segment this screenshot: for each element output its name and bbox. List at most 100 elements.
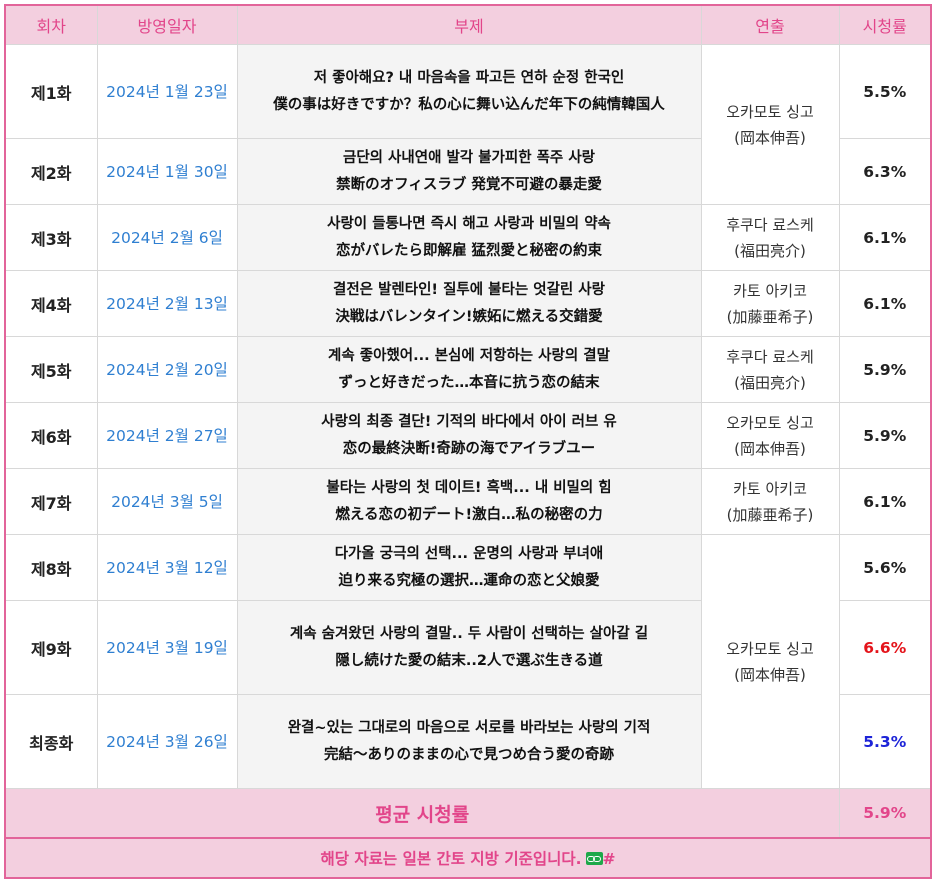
subtitle-japanese: ずっと好きだった…本音に抗う恋の結末	[338, 374, 600, 391]
episode-number: 제6화	[4, 402, 98, 469]
rating-value: 6.1%	[838, 204, 932, 271]
subtitle-japanese: 禁断のオフィスラブ 発覚不可避の暴走愛	[336, 176, 602, 193]
subtitle-korean: 저 좋아해요? 내 마음속을 파고든 연하 순정 한국인	[313, 69, 625, 86]
episode-number: 제3화	[4, 204, 98, 271]
header-rating: 시청률	[838, 4, 932, 45]
subtitle-korean: 사랑의 최종 결단! 기적의 바다에서 아이 러브 유	[321, 413, 617, 430]
air-date-cell: 2024년 3월 26일	[96, 694, 238, 789]
rating-value: 6.3%	[838, 138, 932, 205]
director-cell: 후쿠다 료스케 (福田亮介)	[700, 204, 840, 271]
episode-number: 제7화	[4, 468, 98, 535]
air-date-cell: 2024년 3월 19일	[96, 600, 238, 695]
director-name-japanese: (加藤亜希子)	[726, 307, 814, 326]
average-row: 평균 시청률 5.9%	[4, 788, 932, 839]
region-note: 해당 자료는 일본 간토 지방 기준입니다.	[320, 850, 582, 868]
director-name: 후쿠다 료스케	[726, 215, 814, 234]
table-row: 제6화 2024년 2월 27일 사랑의 최종 결단! 기적의 바다에서 아이 …	[4, 402, 932, 469]
air-date-link[interactable]: 2024년 3월 12일	[106, 559, 228, 577]
table-row: 제5화 2024년 2월 20일 계속 좋아했어... 본심에 저항하는 사랑의…	[4, 336, 932, 403]
rating-value: 5.9%	[838, 336, 932, 403]
rating-value: 5.9%	[838, 402, 932, 469]
air-date-link[interactable]: 2024년 3월 26일	[106, 733, 228, 751]
link-icon[interactable]	[585, 852, 603, 865]
director-name: 오카모토 싱고	[726, 102, 814, 121]
episode-number: 제2화	[4, 138, 98, 205]
director-name: 후쿠다 료스케	[726, 347, 814, 366]
subtitle-korean: 다가올 궁극의 선택... 운명의 사랑과 부녀애	[334, 545, 604, 562]
subtitle-korean: 사랑이 들통나면 즉시 해고 사랑과 비밀의 약속	[327, 215, 611, 232]
director-name: 카토 아키코	[733, 479, 807, 498]
episode-number: 제1화	[4, 44, 98, 139]
ratings-table-container: 회차 방영일자 부제 연출 시청률 제1화 2024년 1월 23일 저 좋아해…	[4, 4, 932, 879]
episode-number: 최종화	[4, 694, 98, 789]
table-row: 제3화 2024년 2월 6일 사랑이 들통나면 즉시 해고 사랑과 비밀의 약…	[4, 204, 932, 271]
header-episode: 회차	[4, 4, 98, 45]
director-name: 오카모토 싱고	[726, 413, 814, 432]
air-date-link[interactable]: 2024년 1월 23일	[106, 83, 228, 101]
subtitle-japanese: 決戦はバレンタイン!嫉妬に燃える交錯愛	[335, 308, 603, 325]
subtitle-japanese: 隠し続けた愛の結末..2人で選ぶ生きる道	[335, 652, 603, 669]
subtitle-cell: 결전은 발렌타인! 질투에 불타는 엇갈린 사랑 決戦はバレンタイン!嫉妬に燃え…	[236, 270, 702, 337]
rating-value: 6.1%	[838, 468, 932, 535]
director-name-japanese: (福田亮介)	[734, 373, 806, 392]
director-cell: 오카모토 싱고 (岡本伸吾)	[700, 402, 840, 469]
table-row: 제4화 2024년 2월 13일 결전은 발렌타인! 질투에 불타는 엇갈린 사…	[4, 270, 932, 337]
header-director: 연출	[700, 4, 840, 45]
table-row: 제7화 2024년 3월 5일 불타는 사랑의 첫 데이트! 흑백... 내 비…	[4, 468, 932, 535]
rating-value: 5.5%	[838, 44, 932, 139]
air-date-link[interactable]: 2024년 2월 13일	[106, 295, 228, 313]
air-date-cell: 2024년 2월 13일	[96, 270, 238, 337]
subtitle-cell: 사랑이 들통나면 즉시 해고 사랑과 비밀의 약속 恋がバレたら即解雇 猛烈愛と…	[236, 204, 702, 271]
note-cell: 해당 자료는 일본 간토 지방 기준입니다. #	[4, 837, 932, 879]
subtitle-cell: 완결~있는 그대로의 마음으로 서로를 바라보는 사랑의 기적 完結～ありのまま…	[236, 694, 702, 789]
director-name-japanese: (福田亮介)	[734, 241, 806, 260]
subtitle-cell: 불타는 사랑의 첫 데이트! 흑백... 내 비밀의 힘 燃える恋の初デート!激…	[236, 468, 702, 535]
rating-value: 5.6%	[838, 534, 932, 601]
director-name-japanese: (岡本伸吾)	[734, 665, 806, 684]
subtitle-japanese: 完結～ありのままの心で見つめ合う愛の奇跡	[324, 746, 614, 763]
subtitle-japanese: 僕の事は好きですか？私の心に舞い込んだ年下の純情韓国人	[273, 96, 665, 113]
subtitle-korean: 결전은 발렌타인! 질투에 불타는 엇갈린 사랑	[333, 281, 605, 298]
air-date-link[interactable]: 2024년 2월 27일	[106, 427, 228, 445]
air-date-link[interactable]: 2024년 2월 6일	[111, 229, 223, 247]
director-name: 오카모토 싱고	[726, 639, 814, 658]
air-date-cell: 2024년 3월 5일	[96, 468, 238, 535]
air-date-cell: 2024년 1월 23일	[96, 44, 238, 139]
air-date-cell: 2024년 1월 30일	[96, 138, 238, 205]
director-cell: 오카모토 싱고 (岡本伸吾)	[700, 534, 840, 789]
average-rating-value: 5.9%	[838, 788, 932, 839]
subtitle-japanese: 恋がバレたら即解雇 猛烈愛と秘密の約束	[335, 242, 603, 259]
air-date-link[interactable]: 2024년 1월 30일	[106, 163, 228, 181]
table-header-row: 회차 방영일자 부제 연출 시청률	[4, 4, 932, 45]
subtitle-korean: 금단의 사내연애 발각 불가피한 폭주 사랑	[342, 149, 596, 166]
subtitle-korean: 불타는 사랑의 첫 데이트! 흑백... 내 비밀의 힘	[326, 479, 612, 496]
table-row: 제8화 2024년 3월 12일 다가올 궁극의 선택... 운명의 사랑과 부…	[4, 534, 932, 789]
director-name-japanese: (岡本伸吾)	[734, 439, 806, 458]
air-date-cell: 2024년 2월 20일	[96, 336, 238, 403]
episode-number: 제8화	[4, 534, 98, 601]
air-date-link[interactable]: 2024년 3월 5일	[111, 493, 223, 511]
header-air-date: 방영일자	[96, 4, 238, 45]
episode-number: 제9화	[4, 600, 98, 695]
episode-ratings-table: 회차 방영일자 부제 연출 시청률 제1화 2024년 1월 23일 저 좋아해…	[4, 4, 932, 879]
subtitle-japanese: 燃える恋の初デート!激白…私の秘密の力	[335, 506, 603, 523]
air-date-link[interactable]: 2024년 3월 19일	[106, 639, 228, 657]
rating-value-highest: 6.6%	[838, 600, 932, 695]
note-row: 해당 자료는 일본 간토 지방 기준입니다. #	[4, 837, 932, 879]
subtitle-korean: 계속 좋아했어... 본심에 저항하는 사랑의 결말	[328, 347, 610, 364]
anchor-hash-link[interactable]: #	[603, 850, 616, 868]
table-row: 제1화 2024년 1월 23일 저 좋아해요? 내 마음속을 파고든 연하 순…	[4, 44, 932, 205]
air-date-link[interactable]: 2024년 2월 20일	[106, 361, 228, 379]
episode-number: 제4화	[4, 270, 98, 337]
rating-value-lowest: 5.3%	[838, 694, 932, 789]
air-date-cell: 2024년 2월 27일	[96, 402, 238, 469]
director-name: 카토 아키코	[733, 281, 807, 300]
subtitle-cell: 계속 숨겨왔던 사랑의 결말.. 두 사람이 선택하는 살아갈 길 隠し続けた愛…	[236, 600, 702, 695]
episode-number: 제5화	[4, 336, 98, 403]
subtitle-cell: 사랑의 최종 결단! 기적의 바다에서 아이 러브 유 恋の最終決断!奇跡の海で…	[236, 402, 702, 469]
subtitle-korean: 계속 숨겨왔던 사랑의 결말.. 두 사람이 선택하는 살아갈 길	[289, 625, 649, 642]
air-date-cell: 2024년 3월 12일	[96, 534, 238, 601]
subtitle-cell: 금단의 사내연애 발각 불가피한 폭주 사랑 禁断のオフィスラブ 発覚不可避の暴…	[236, 138, 702, 205]
average-rating-label: 평균 시청률	[4, 788, 840, 839]
air-date-cell: 2024년 2월 6일	[96, 204, 238, 271]
